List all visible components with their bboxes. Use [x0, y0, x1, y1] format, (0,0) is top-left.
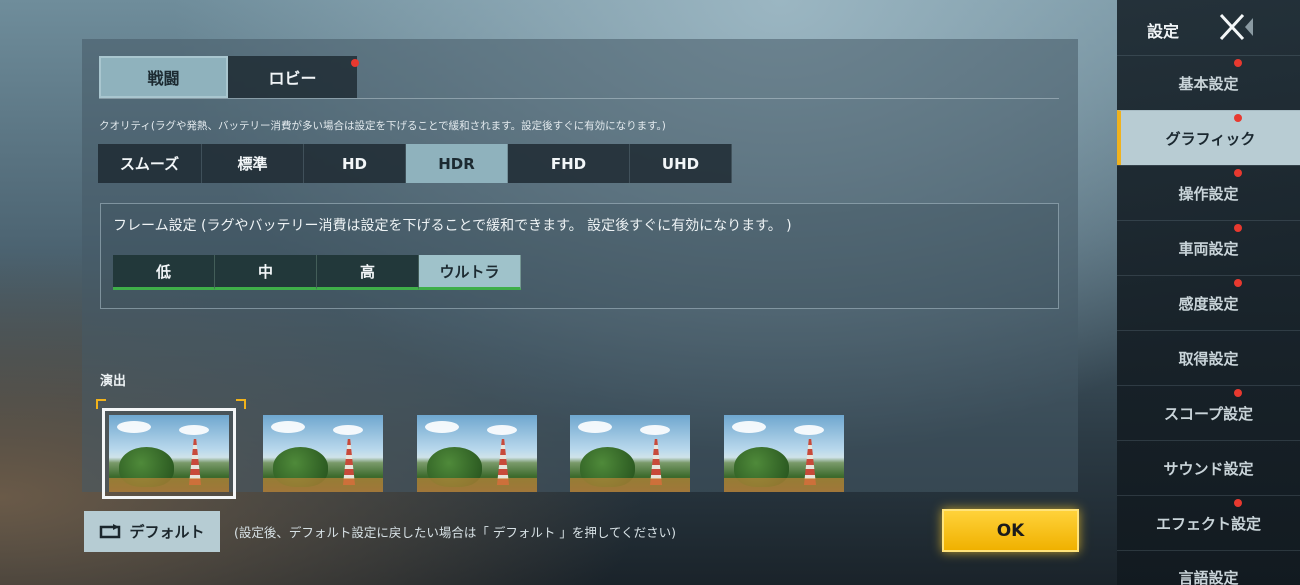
sidebar-item-label: グラフィック	[1165, 129, 1256, 148]
effect-thumbnail-2[interactable]	[263, 415, 383, 492]
default-button-label: デフォルト	[129, 523, 205, 541]
sidebar-item-basic[interactable]: 基本設定	[1117, 55, 1300, 110]
frame-option-high[interactable]: 高	[317, 255, 419, 290]
effect-thumbnail-3[interactable]	[417, 415, 537, 492]
sidebar-item-label: 操作設定	[1178, 184, 1239, 203]
tab-lobby-label: ロビー	[268, 69, 317, 88]
default-hint: (設定後、デフォルト設定に戻したい場合は「 デフォルト 」を押してください)	[234, 525, 676, 540]
sidebar-item-label: 基本設定	[1178, 74, 1239, 93]
sidebar-item-label: 取得設定	[1178, 349, 1239, 368]
effects-thumbnails	[96, 399, 1060, 499]
sidebar-item-controls[interactable]: 操作設定	[1117, 165, 1300, 220]
tab-battle[interactable]: 戦闘	[99, 56, 228, 98]
effects-label: 演出	[100, 374, 127, 389]
sidebar-item-sound[interactable]: サウンド設定	[1117, 440, 1300, 495]
notification-dot	[1234, 499, 1242, 507]
quality-option-fhd[interactable]: FHD	[508, 144, 630, 183]
sidebar-item-label: サウンド設定	[1163, 459, 1254, 478]
effect-thumbnail-4[interactable]	[570, 415, 690, 492]
sidebar-item-graphics[interactable]: グラフィック	[1117, 110, 1300, 165]
frame-option-ultra[interactable]: ウルトラ	[419, 255, 521, 290]
notification-dot	[351, 59, 359, 67]
ok-button[interactable]: OK	[942, 509, 1079, 552]
close-icon	[1219, 13, 1253, 41]
settings-sidebar: 設定 基本設定 グラフィック 操作設定 車両設定 感度設定 取得設定 スコープ設…	[1117, 0, 1300, 585]
quality-option-standard[interactable]: 標準	[202, 144, 304, 183]
frame-selector: 低 中 高 ウルトラ	[113, 255, 521, 290]
quality-option-uhd[interactable]: UHD	[630, 144, 732, 183]
sidebar-item-label: 車両設定	[1178, 239, 1239, 258]
sidebar-title: 設定	[1147, 22, 1180, 41]
sidebar-item-label: 言語設定	[1178, 569, 1239, 585]
default-button[interactable]: デフォルト	[84, 511, 220, 552]
sidebar-item-label: 感度設定	[1178, 294, 1239, 313]
sidebar-item-label: エフェクト設定	[1155, 514, 1261, 533]
frame-caption: フレーム設定 (ラグやバッテリー消費は設定を下げることで緩和できます。 設定後す…	[113, 218, 792, 234]
notification-dot	[1234, 169, 1242, 177]
notification-dot	[1234, 59, 1242, 67]
sidebar-item-label: スコープ設定	[1163, 404, 1254, 423]
sidebar-item-vehicle[interactable]: 車両設定	[1117, 220, 1300, 275]
quality-option-smooth[interactable]: スムーズ	[98, 144, 202, 183]
sidebar-item-language[interactable]: 言語設定	[1117, 550, 1300, 585]
quality-option-hdr[interactable]: HDR	[406, 144, 508, 183]
effect-thumbnail-5[interactable]	[724, 415, 844, 492]
notification-dot	[1234, 114, 1242, 122]
selection-corner-icon	[236, 399, 246, 409]
frame-option-medium[interactable]: 中	[215, 255, 317, 290]
notification-dot	[1234, 389, 1242, 397]
divider	[99, 98, 1059, 99]
quality-caption: クオリティ(ラグや発熱、バッテリー消費が多い場合は設定を下げることで緩和されます…	[99, 120, 666, 132]
top-tabs: 戦闘 ロビー	[99, 56, 359, 98]
sidebar-item-scope[interactable]: スコープ設定	[1117, 385, 1300, 440]
tab-lobby[interactable]: ロビー	[228, 56, 359, 98]
frame-settings-box: フレーム設定 (ラグやバッテリー消費は設定を下げることで緩和できます。 設定後す…	[100, 203, 1059, 309]
graphics-settings-panel: 戦闘 ロビー クオリティ(ラグや発熱、バッテリー消費が多い場合は設定を下げること…	[82, 39, 1078, 499]
close-button[interactable]	[1217, 12, 1253, 44]
quality-option-hd[interactable]: HD	[304, 144, 406, 183]
effect-thumbnail-1[interactable]	[102, 408, 236, 499]
sidebar-item-pickup[interactable]: 取得設定	[1117, 330, 1300, 385]
reset-icon	[100, 523, 121, 538]
selection-corner-icon	[96, 399, 106, 409]
sidebar-item-effects[interactable]: エフェクト設定	[1117, 495, 1300, 550]
frame-option-low[interactable]: 低	[113, 255, 215, 290]
quality-selector: スムーズ 標準 HD HDR FHD UHD	[98, 144, 732, 183]
notification-dot	[1234, 224, 1242, 232]
sidebar-item-sensitivity[interactable]: 感度設定	[1117, 275, 1300, 330]
notification-dot	[1234, 279, 1242, 287]
